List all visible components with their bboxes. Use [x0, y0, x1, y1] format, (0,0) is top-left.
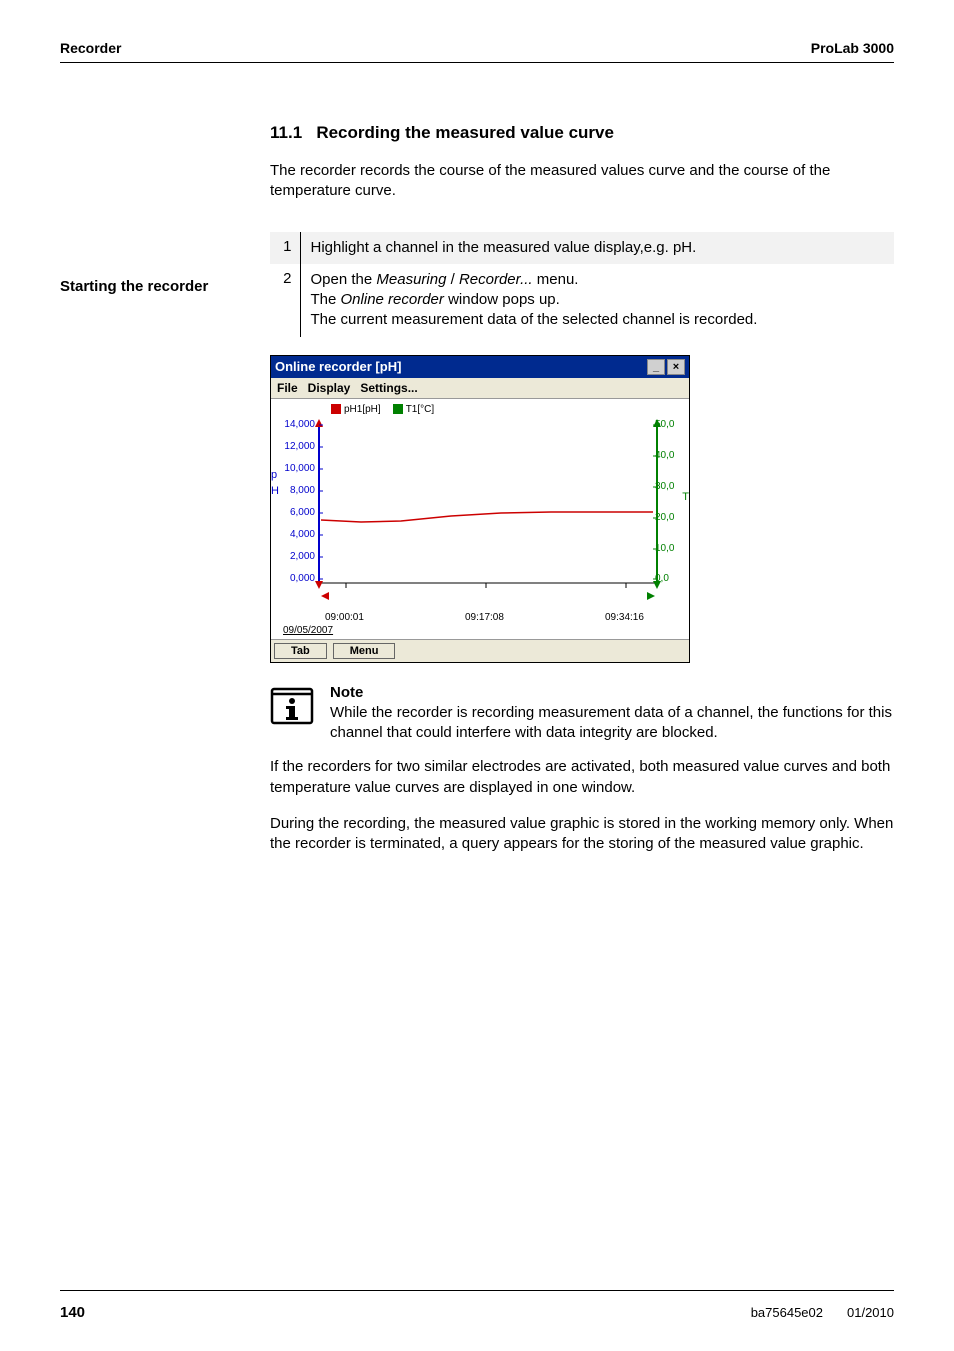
window-menubar: File Display Settings... [271, 378, 689, 399]
x-tick: 09:17:08 [465, 612, 504, 623]
x-tick: 09:34:16 [605, 612, 644, 623]
intro-paragraph: The recorder records the course of the m… [270, 161, 894, 202]
chart-area: pH1[pH] T1[°C] 14,000 12,000 10,000 8,00… [271, 399, 689, 639]
page-number: 140 [60, 1304, 85, 1321]
window-title: Online recorder [pH] [275, 359, 401, 374]
step-number: 2 [270, 264, 300, 337]
margin-label: Starting the recorder [60, 278, 250, 295]
menu-display[interactable]: Display [308, 381, 351, 395]
note-body: While the recorder is recording measurem… [330, 703, 894, 744]
recorder-window: Online recorder [pH] _ × File Display Se… [270, 355, 690, 663]
section-number: 11.1 [270, 123, 302, 142]
footer-docid: ba75645e02 [751, 1305, 823, 1320]
section-title: 11.1 Recording the measured value curve [270, 123, 894, 143]
paragraph-3: During the recording, the measured value… [270, 814, 894, 855]
tab-button[interactable]: Tab [274, 643, 327, 659]
footer-date: 01/2010 [847, 1305, 894, 1320]
header-right: ProLab 3000 [811, 40, 894, 56]
menu-button[interactable]: Menu [333, 643, 396, 659]
header-rule [60, 62, 894, 63]
header-left: Recorder [60, 40, 121, 56]
menu-file[interactable]: File [277, 381, 298, 395]
step-text: Open the Measuring / Recorder... menu. T… [300, 264, 894, 337]
window-titlebar[interactable]: Online recorder [pH] _ × [271, 356, 689, 378]
paragraph-2: If the recorders for two similar electro… [270, 757, 894, 798]
chart-date: 09/05/2007 [283, 625, 333, 636]
close-button[interactable]: × [667, 359, 685, 375]
section-title-text: Recording the measured value curve [316, 123, 614, 142]
chart-svg [271, 399, 691, 639]
x-tick: 09:00:01 [325, 612, 364, 623]
footer-rule [60, 1290, 894, 1291]
note-heading: Note [330, 683, 894, 703]
step-number: 1 [270, 232, 300, 264]
minimize-button[interactable]: _ [647, 359, 665, 375]
info-icon [270, 683, 314, 727]
step-text: Highlight a channel in the measured valu… [300, 232, 894, 264]
steps-table: 1 Highlight a channel in the measured va… [270, 232, 894, 337]
window-footer: Tab Menu [271, 639, 689, 662]
menu-settings[interactable]: Settings... [360, 381, 417, 395]
